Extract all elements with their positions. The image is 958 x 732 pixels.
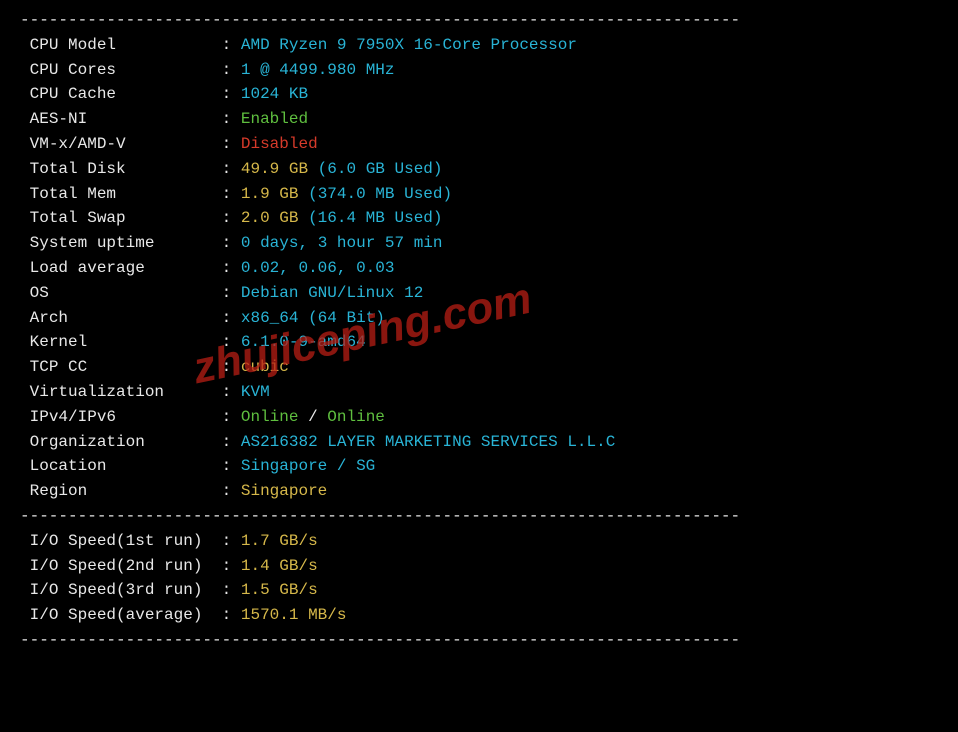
terminal-output[interactable]: ----------------------------------------… bbox=[0, 0, 958, 661]
colon: : bbox=[222, 457, 232, 475]
value-segment: / bbox=[298, 408, 327, 426]
value-segment: 0 days, 3 hour 57 min bbox=[241, 234, 443, 252]
info-label: Arch bbox=[30, 309, 68, 327]
colon: : bbox=[222, 408, 232, 426]
io-speed-block: I/O Speed(1st run) : 1.7 GB/s I/O Speed(… bbox=[20, 529, 938, 628]
info-label: Total Swap bbox=[30, 209, 126, 227]
colon: : bbox=[222, 309, 232, 327]
value-segment: x86_64 (64 Bit) bbox=[241, 309, 385, 327]
value-segment: Online bbox=[327, 408, 385, 426]
value-segment: 1.5 bbox=[241, 581, 279, 599]
value-segment: GB/s bbox=[279, 532, 317, 550]
colon: : bbox=[222, 36, 232, 54]
value-segment: Online bbox=[241, 408, 299, 426]
colon: : bbox=[222, 606, 232, 624]
value-segment: (16.4 MB Used) bbox=[298, 209, 442, 227]
value-segment: AMD Ryzen 9 7950X 16-Core Processor bbox=[241, 36, 577, 54]
info-label: VM-x/AMD-V bbox=[30, 135, 126, 153]
value-segment: AS216382 LAYER MARKETING SERVICES L.L.C bbox=[241, 433, 615, 451]
colon: : bbox=[222, 482, 232, 500]
value-segment: 1 @ 4499.980 MHz bbox=[241, 61, 395, 79]
value-segment: 6.1.0-9-amd64 bbox=[241, 333, 366, 351]
colon: : bbox=[222, 358, 232, 376]
colon: : bbox=[222, 259, 232, 277]
value-segment: Enabled bbox=[241, 110, 308, 128]
colon: : bbox=[222, 234, 232, 252]
info-label: I/O Speed(average) bbox=[30, 606, 203, 624]
value-segment: 1.9 bbox=[241, 185, 279, 203]
info-label: Total Disk bbox=[30, 160, 126, 178]
info-label: OS bbox=[30, 284, 49, 302]
info-label: I/O Speed(2nd run) bbox=[30, 557, 203, 575]
info-label: CPU Cache bbox=[30, 85, 116, 103]
colon: : bbox=[222, 333, 232, 351]
colon: : bbox=[222, 61, 232, 79]
separator-bottom: ----------------------------------------… bbox=[20, 631, 740, 649]
info-label: Kernel bbox=[30, 333, 88, 351]
info-label: I/O Speed(1st run) bbox=[30, 532, 203, 550]
value-segment: 1024 KB bbox=[241, 85, 308, 103]
colon: : bbox=[222, 209, 232, 227]
value-segment: Debian GNU/Linux 12 bbox=[241, 284, 423, 302]
value-segment: (374.0 MB Used) bbox=[298, 185, 452, 203]
value-segment: GB bbox=[289, 160, 308, 178]
colon: : bbox=[222, 383, 232, 401]
value-segment: Singapore bbox=[241, 482, 327, 500]
value-segment: 1.7 bbox=[241, 532, 279, 550]
colon: : bbox=[222, 85, 232, 103]
system-info-block: CPU Model : AMD Ryzen 9 7950X 16-Core Pr… bbox=[20, 33, 938, 504]
separator-top: ----------------------------------------… bbox=[20, 11, 740, 29]
value-segment: KVM bbox=[241, 383, 270, 401]
info-label: Location bbox=[30, 457, 107, 475]
value-segment: (6.0 GB Used) bbox=[308, 160, 442, 178]
info-label: AES-NI bbox=[30, 110, 88, 128]
info-label: TCP CC bbox=[30, 358, 88, 376]
colon: : bbox=[222, 160, 232, 178]
info-label: CPU Cores bbox=[30, 61, 116, 79]
colon: : bbox=[222, 557, 232, 575]
value-segment: GB/s bbox=[279, 557, 317, 575]
info-label: IPv4/IPv6 bbox=[30, 408, 116, 426]
value-segment: MB/s bbox=[308, 606, 346, 624]
info-label: CPU Model bbox=[30, 36, 116, 54]
value-segment: GB/s bbox=[279, 581, 317, 599]
colon: : bbox=[222, 110, 232, 128]
value-segment: 0.02, 0.06, 0.03 bbox=[241, 259, 395, 277]
info-label: Total Mem bbox=[30, 185, 116, 203]
value-segment: 1570.1 bbox=[241, 606, 308, 624]
value-segment: 1.4 bbox=[241, 557, 279, 575]
value-segment: cubic bbox=[241, 358, 289, 376]
colon: : bbox=[222, 185, 232, 203]
colon: : bbox=[222, 284, 232, 302]
info-label: System uptime bbox=[30, 234, 155, 252]
colon: : bbox=[222, 433, 232, 451]
value-segment: 2.0 bbox=[241, 209, 279, 227]
info-label: I/O Speed(3rd run) bbox=[30, 581, 203, 599]
info-label: Organization bbox=[30, 433, 145, 451]
info-label: Region bbox=[30, 482, 88, 500]
value-segment: GB bbox=[279, 185, 298, 203]
value-segment: 49.9 bbox=[241, 160, 289, 178]
colon: : bbox=[222, 135, 232, 153]
value-segment: Singapore / SG bbox=[241, 457, 375, 475]
value-segment: GB bbox=[279, 209, 298, 227]
separator-mid: ----------------------------------------… bbox=[20, 507, 740, 525]
value-segment: Disabled bbox=[241, 135, 318, 153]
info-label: Virtualization bbox=[30, 383, 164, 401]
info-label: Load average bbox=[30, 259, 145, 277]
colon: : bbox=[222, 581, 232, 599]
colon: : bbox=[222, 532, 232, 550]
